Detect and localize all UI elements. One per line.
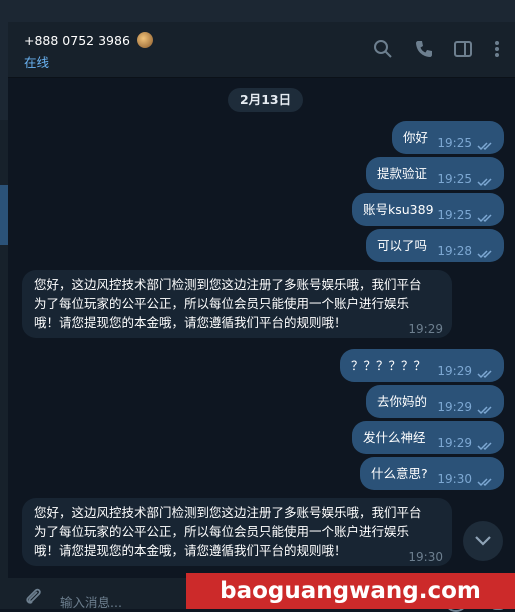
outgoing-message[interactable]: 你好 19:25 — [392, 121, 504, 154]
outgoing-message[interactable]: 发什么神经 19:29 — [352, 421, 504, 454]
message-time: 19:29 — [437, 400, 472, 414]
message-time: 19:25 — [437, 208, 472, 222]
date-separator: 2月13日 — [228, 88, 304, 112]
double-check-icon — [477, 437, 495, 451]
double-check-icon — [477, 173, 495, 187]
paperclip-icon[interactable] — [22, 586, 44, 608]
double-check-icon — [477, 245, 495, 259]
message-time: 19:25 — [437, 172, 472, 186]
message-text: 提款验证 — [377, 166, 428, 181]
double-check-icon — [477, 365, 495, 379]
contact-status: 在线 — [24, 55, 50, 70]
message-time: 19:28 — [437, 244, 472, 258]
outgoing-message[interactable]: ？？？？？？ 19:29 — [340, 349, 504, 382]
message-text: 什么意思? — [371, 466, 428, 481]
incoming-message[interactable]: 您好，这边风控技术部门检测到您这边注册了多账号娱乐哦，我们平台 为了每位玩家的公平… — [22, 270, 452, 338]
message-time: 19:29 — [437, 436, 472, 450]
emoji-badge-icon — [136, 32, 153, 48]
message-text: 你好 — [403, 130, 429, 145]
outgoing-message[interactable]: 可以了吗 19:28 — [366, 229, 504, 262]
outgoing-message[interactable]: 提款验证 19:25 — [366, 157, 504, 190]
message-text: 发什么神经 — [363, 430, 426, 445]
double-check-icon — [477, 473, 495, 487]
outgoing-message[interactable]: 账号ksu389 19:25 — [352, 193, 504, 226]
sidebar-panel-icon[interactable] — [452, 38, 474, 60]
chat-header: +888 0752 3986 在线 — [8, 0, 515, 78]
message-text: 可以了吗 — [377, 238, 428, 253]
message-input[interactable]: 输入消息... — [60, 592, 122, 611]
message-text-line: 哦！请您提现您的本金哦，请您遵循我们平台的规则哦！ — [34, 543, 347, 558]
message-time: 19:29 — [437, 364, 472, 378]
message-text-line: 为了每位玩家的公平公正，所以每位会员只能使用一个账户进行娱乐 — [34, 296, 410, 311]
message-text: 去你妈的 — [377, 394, 428, 409]
message-time: 19:29 — [408, 322, 443, 336]
outgoing-message[interactable]: 去你妈的 19:29 — [366, 385, 504, 418]
message-text-line: 您好，这边风控技术部门检测到您这边注册了多账号娱乐哦，我们平台 — [34, 277, 422, 292]
message-text: ？？？？？？ — [351, 358, 427, 373]
message-time: 19:25 — [437, 136, 472, 150]
contact-name-text: +888 0752 3986 — [24, 33, 130, 48]
incoming-message[interactable]: 您好，这边风控技术部门检测到您这边注册了多账号娱乐哦，我们平台 为了每位玩家的公平… — [22, 498, 452, 566]
double-check-icon — [477, 401, 495, 415]
double-check-icon — [477, 209, 495, 223]
scroll-down-button[interactable] — [463, 521, 503, 561]
double-check-icon — [477, 137, 495, 151]
phone-icon[interactable] — [413, 38, 435, 60]
contact-name[interactable]: +888 0752 3986 — [24, 32, 153, 48]
message-time: 19:30 — [408, 550, 443, 564]
message-time: 19:30 — [437, 472, 472, 486]
more-vertical-icon[interactable] — [486, 38, 508, 60]
message-text-line: 为了每位玩家的公平公正，所以每位会员只能使用一个账户进行娱乐 — [34, 524, 410, 539]
outgoing-message[interactable]: 什么意思? 19:30 — [360, 457, 504, 490]
search-icon[interactable] — [372, 38, 394, 60]
chevron-down-icon — [475, 536, 491, 546]
message-text: 账号ksu389 — [363, 202, 434, 217]
chat-list-edge — [0, 0, 8, 609]
watermark: baoguangwang.com — [186, 573, 515, 609]
watermark-text: baoguangwang.com — [220, 578, 481, 604]
message-text-line: 哦！请您提现您的本金哦，请您遵循我们平台的规则哦！ — [34, 315, 347, 330]
message-text-line: 您好，这边风控技术部门检测到您这边注册了多账号娱乐哦，我们平台 — [34, 505, 422, 520]
